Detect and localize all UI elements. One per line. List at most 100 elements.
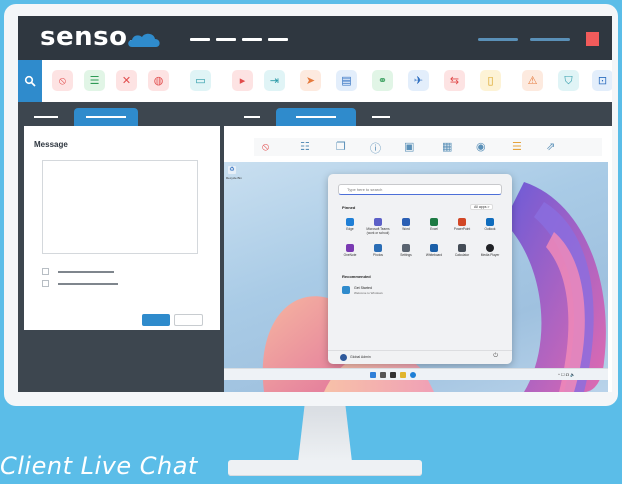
user-name[interactable]: Global Admin (350, 355, 371, 359)
start-footer: Global Admin ⏻ (328, 350, 512, 364)
share-icon[interactable]: ⚭ (372, 70, 393, 91)
shield-icon[interactable]: ⛉ (558, 70, 579, 91)
system-tray[interactable]: ^ ☐ ☊ 🔈 (558, 372, 575, 377)
tab-inactive[interactable] (34, 116, 58, 118)
all-apps-button[interactable]: All apps > (470, 204, 494, 210)
taskbar-search-icon[interactable] (380, 372, 386, 378)
clipboard-icon[interactable]: ❐ (336, 140, 346, 153)
edge-taskbar-icon[interactable] (410, 372, 416, 378)
photos-icon (374, 244, 382, 252)
recycle-bin-label: Recycle Bin (226, 176, 242, 180)
power-icon[interactable]: ▯ (480, 70, 501, 91)
screenshot-icon[interactable]: ⊡ (592, 70, 612, 91)
settings-icon[interactable]: ☰ (512, 140, 522, 153)
taskbar: ^ ☐ ☊ 🔈 (224, 368, 608, 380)
excel-icon (430, 218, 438, 226)
send-icon[interactable]: ➤ (300, 70, 321, 91)
edge-icon (346, 218, 354, 226)
remote-toolbar: ⦸ ☷ ❐ ⓘ ▣ ▦ ◉ ☰ ⇗ (254, 138, 602, 156)
action-toolbar: ⦸ ☰ ✕ ◍ ▭ ▸ ⇥ ➤ ▤ ⚭ ✈ ⇆ ▯ ⚠ ⛉ ⊡ (18, 60, 612, 102)
tab-inactive[interactable] (244, 116, 260, 118)
app-window: senso. ⦸ ☰ ✕ ◍ ▭ ▸ ⇥ ➤ ▤ ⚭ ✈ ⇆ ▯ ⚠ ⛉ ⊡ M… (18, 16, 612, 392)
tab-active[interactable] (74, 108, 138, 126)
top-bar: senso. (18, 16, 612, 60)
media-player-icon (486, 244, 494, 252)
brand-logo: senso. (40, 22, 138, 52)
camera-icon[interactable]: ◉ (476, 140, 486, 153)
search-button[interactable] (18, 60, 42, 102)
message-title: Message (34, 140, 68, 149)
monitor-icon[interactable]: ▣ (404, 140, 414, 153)
cancel-button[interactable] (174, 314, 203, 326)
windows-start-icon[interactable] (370, 372, 376, 378)
document-icon[interactable]: ▤ (336, 70, 357, 91)
cloud-icon (128, 33, 160, 47)
block-icon[interactable]: ⦸ (52, 70, 73, 91)
export-icon[interactable]: ⇗ (546, 140, 555, 153)
web-icon[interactable]: ◍ (148, 70, 169, 91)
recommended-item-subtitle: Welcome to Windows (354, 291, 383, 295)
window-control-line-2[interactable] (530, 38, 570, 41)
app-tile[interactable]: OneNote (338, 244, 362, 258)
powerpoint-icon (458, 218, 466, 226)
checklist-icon[interactable]: ☰ (84, 70, 105, 91)
app-tile[interactable]: Edge (338, 218, 362, 232)
recommended-label: Recommended (342, 274, 371, 279)
menu-placeholder-1[interactable] (190, 38, 210, 41)
tab-inactive[interactable] (372, 116, 390, 118)
usb-icon[interactable]: ⇆ (444, 70, 465, 91)
close-button[interactable] (586, 32, 599, 46)
app-tile[interactable]: Calculator (450, 244, 474, 258)
whiteboard-icon (430, 244, 438, 252)
file-explorer-icon[interactable] (400, 372, 406, 378)
play-video-icon[interactable]: ▸ (232, 70, 253, 91)
settings-app-icon (402, 244, 410, 252)
app-tile[interactable]: Word (394, 218, 418, 232)
info-icon[interactable]: ⓘ (370, 140, 381, 156)
calculator-icon (458, 244, 466, 252)
qr-icon[interactable]: ▦ (442, 140, 452, 153)
feature-caption: Client Live Chat (0, 452, 198, 480)
remote-desktop-icon[interactable]: ▭ (190, 70, 211, 91)
remote-desktop-screen[interactable]: ♻ Recycle Bin Type here to search Pinned… (224, 162, 608, 392)
app-tile[interactable]: Media Player (478, 244, 502, 258)
power-button-icon[interactable]: ⏻ (493, 353, 498, 360)
option-label-2 (58, 283, 118, 285)
tab-active[interactable] (276, 108, 356, 126)
avatar[interactable] (340, 354, 347, 361)
option-checkbox-1[interactable] (42, 268, 49, 275)
word-icon (402, 218, 410, 226)
launch-icon[interactable]: ✈ (408, 70, 429, 91)
block-icon[interactable]: ⦸ (262, 140, 269, 154)
login-icon[interactable]: ⇥ (264, 70, 285, 91)
recommended-item-title[interactable]: Get Started (354, 286, 372, 290)
get-started-icon[interactable] (342, 286, 350, 294)
alert-icon[interactable]: ⚠ (522, 70, 543, 91)
mute-icon[interactable]: ✕ (116, 70, 137, 91)
app-tile[interactable]: Settings (394, 244, 418, 258)
app-tile[interactable]: Outlook (478, 218, 502, 232)
app-tile[interactable]: Microsoft Teams (work or school) (366, 218, 390, 236)
start-menu: Type here to search Pinned All apps > Ed… (328, 174, 512, 364)
send-button[interactable] (142, 314, 170, 326)
message-textarea[interactable] (42, 160, 198, 254)
menu-placeholder-2[interactable] (216, 38, 236, 41)
outlook-icon (486, 218, 494, 226)
app-tile[interactable]: PowerPoint (450, 218, 474, 232)
list-icon[interactable]: ☷ (300, 140, 310, 153)
monitor-stand-neck (298, 406, 352, 462)
window-control-line-1[interactable] (478, 38, 518, 41)
menu-placeholder-4[interactable] (268, 38, 288, 41)
menu-placeholder-3[interactable] (242, 38, 262, 41)
app-tile[interactable]: Whiteboard (422, 244, 446, 258)
monitor-stand-base (228, 460, 422, 476)
option-label-1 (58, 271, 114, 273)
recycle-bin-icon[interactable]: ♻ (228, 166, 236, 174)
app-tile[interactable]: Photos (366, 244, 390, 258)
teams-icon (374, 218, 382, 226)
pinned-label: Pinned (342, 205, 356, 210)
start-search-input[interactable]: Type here to search (338, 184, 502, 195)
task-view-icon[interactable] (390, 372, 396, 378)
option-checkbox-2[interactable] (42, 280, 49, 287)
app-tile[interactable]: Excel (422, 218, 446, 232)
